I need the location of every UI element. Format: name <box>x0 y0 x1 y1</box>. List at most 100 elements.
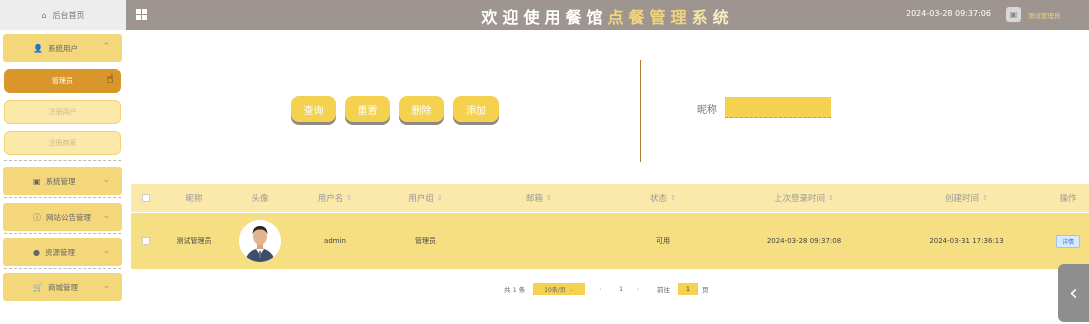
col-nickname: 昵称 <box>185 194 203 204</box>
col-created[interactable]: 创建时间 ⇕ <box>886 184 1047 212</box>
vertical-divider <box>640 60 641 162</box>
sort-icon: ⇕ <box>436 194 443 202</box>
chevron-left-icon: ‹ <box>1069 280 1078 306</box>
admin-avatar-icon[interactable]: ▣ <box>1006 7 1021 22</box>
title-char: 迎 <box>502 8 524 27</box>
page-number[interactable]: 1 <box>619 282 623 296</box>
add-button[interactable]: 添加 <box>453 96 499 122</box>
nickname-label: 昵称 <box>697 105 717 116</box>
chevron-down-icon: ⌄ <box>102 175 110 185</box>
chevron-down-icon: ⌄ <box>102 211 110 221</box>
col-avatar: 头像 <box>251 194 269 204</box>
col-email[interactable]: 邮箱 ⇕ <box>474 184 604 212</box>
header-datetime: 2024-03-28 09:37:06 <box>906 9 991 18</box>
chevron-down-icon: ⌄ <box>568 285 574 293</box>
title-char: 统 <box>712 8 734 27</box>
row-checkbox[interactable] <box>131 213 161 269</box>
menu-label: 资源管理 <box>44 247 75 257</box>
title-char: 点 <box>607 8 629 27</box>
title-char: 使 <box>523 8 545 27</box>
col-status[interactable]: 状态 ⇕ <box>604 184 722 212</box>
divider <box>4 233 121 234</box>
reset-button[interactable]: 重置 <box>345 96 390 122</box>
title-char: 馆 <box>586 8 608 27</box>
cart-icon: 🛒 <box>33 282 43 292</box>
sort-icon: ⇕ <box>346 194 353 202</box>
hand-cursor-icon: ☝ <box>106 72 114 87</box>
cell-last-login: 2024-03-28 09:37:08 <box>766 237 842 245</box>
submenu-label: 注册用户 <box>48 108 77 116</box>
menu-announcements[interactable]: ⓘ 网站公告管理 ⌄ <box>3 203 122 231</box>
menu-system-management[interactable]: ▣ 系统管理 ⌄ <box>3 167 122 195</box>
divider <box>4 268 121 269</box>
pin-icon: ● <box>33 247 40 257</box>
goto-label: 前往 <box>657 286 670 294</box>
cell-avatar <box>227 213 293 269</box>
menu-shop[interactable]: 🛒 商城管理 ⌄ <box>3 273 122 301</box>
divider <box>4 197 121 198</box>
divider <box>4 160 121 161</box>
sort-icon: ⇕ <box>670 194 676 202</box>
delete-button[interactable]: 删除 <box>399 96 444 122</box>
title-char: 系 <box>691 8 713 27</box>
submenu-admin[interactable]: 管理员 <box>4 69 121 93</box>
next-page-icon[interactable]: › <box>637 282 640 296</box>
submenu-label: 注册商家 <box>48 139 77 147</box>
avatar <box>239 220 281 262</box>
home-icon: ⌂ <box>41 10 47 20</box>
title-char: 餐 <box>565 8 587 27</box>
select-all-checkbox[interactable] <box>131 184 161 212</box>
menu-system-users[interactable]: 👤 系统用户 ⌃ <box>3 34 122 62</box>
title-char: 欢 <box>481 8 503 27</box>
sort-icon: ⇕ <box>828 194 834 202</box>
cell-created: 2024-03-31 17:36:13 <box>929 237 1004 245</box>
menu-label: 网站公告管理 <box>46 212 91 222</box>
cell-email <box>474 213 604 269</box>
query-button[interactable]: 查询 <box>291 96 336 122</box>
menu-label: 商城管理 <box>47 282 78 292</box>
col-action: 操作 <box>1059 194 1077 204</box>
sidebar: ⌂ 后台首页 👤 系统用户 ⌃ 管理员 ☝ 注册用户 注册商家 ▣ 系统管理 ⌄… <box>0 0 126 324</box>
info-icon: ⓘ <box>33 212 41 222</box>
page-suffix: 页 <box>702 286 709 294</box>
menu-label: 系统用户 <box>47 43 78 53</box>
table-header: 昵称 头像 用户名 ⇕ 用户组 ⇕ 邮箱 ⇕ 状态 ⇕ 上次登录时间 ⇕ 创建时间 ⇕ 操作 <box>131 184 1089 212</box>
col-username[interactable]: 用户名 ⇕ <box>293 184 377 212</box>
submenu-registered-merchants[interactable]: 注册商家 <box>4 131 121 155</box>
chevron-down-icon: ⌄ <box>102 281 110 291</box>
nickname-input[interactable] <box>725 97 831 118</box>
pagination-total: 共 1 条 <box>504 286 526 294</box>
admin-name[interactable]: 测试管理员 <box>1028 10 1061 20</box>
cell-action: 详情 <box>1047 213 1089 269</box>
app: ⌂ 后台首页 👤 系统用户 ⌃ 管理员 ☝ 注册用户 注册商家 ▣ 系统管理 ⌄… <box>0 0 1089 324</box>
submenu-registered-users[interactable]: 注册用户 <box>4 100 121 124</box>
col-group[interactable]: 用户组 ⇕ <box>377 184 474 212</box>
title-char: 理 <box>670 8 692 27</box>
menu-label: 系统管理 <box>45 176 76 186</box>
goto-input[interactable]: 1 <box>678 283 698 295</box>
title-char: 餐 <box>628 8 650 27</box>
sidebar-home[interactable]: ⌂ 后台首页 <box>0 0 126 30</box>
cell-username: admin <box>324 237 346 245</box>
title-char: 用 <box>544 8 566 27</box>
sort-icon: ⇕ <box>546 194 552 202</box>
user-icon: 👤 <box>33 43 43 53</box>
collapse-tab[interactable]: ‹ <box>1058 264 1089 322</box>
table-row: 测试管理员 admin 管理员 可用 2024-03-28 09:37:08 2… <box>131 213 1089 269</box>
cell-group: 管理员 <box>415 237 436 245</box>
chevron-down-icon: ⌄ <box>102 246 110 256</box>
top-header: 欢迎使用餐馆点餐管理系统 2024-03-28 09:37:06 ▣ 测试管理员 <box>126 0 1089 30</box>
menu-resources[interactable]: ● 资源管理 ⌄ <box>3 238 122 266</box>
title-char: 管 <box>649 8 671 27</box>
page-size-value: 10条/页 <box>544 286 566 294</box>
image-icon: ▣ <box>33 176 41 186</box>
submenu-label: 管理员 <box>52 77 73 85</box>
prev-page-icon[interactable]: ‹ <box>599 282 602 296</box>
detail-button[interactable]: 详情 <box>1056 234 1080 248</box>
page-size-select[interactable]: 10条/页 ⌄ <box>533 283 585 295</box>
sort-icon: ⇕ <box>982 194 988 202</box>
sidebar-home-label: 后台首页 <box>52 10 85 20</box>
chevron-up-icon: ⌃ <box>102 42 110 52</box>
cell-status: 可用 <box>656 237 670 245</box>
col-last-login[interactable]: 上次登录时间 ⇕ <box>722 184 886 212</box>
